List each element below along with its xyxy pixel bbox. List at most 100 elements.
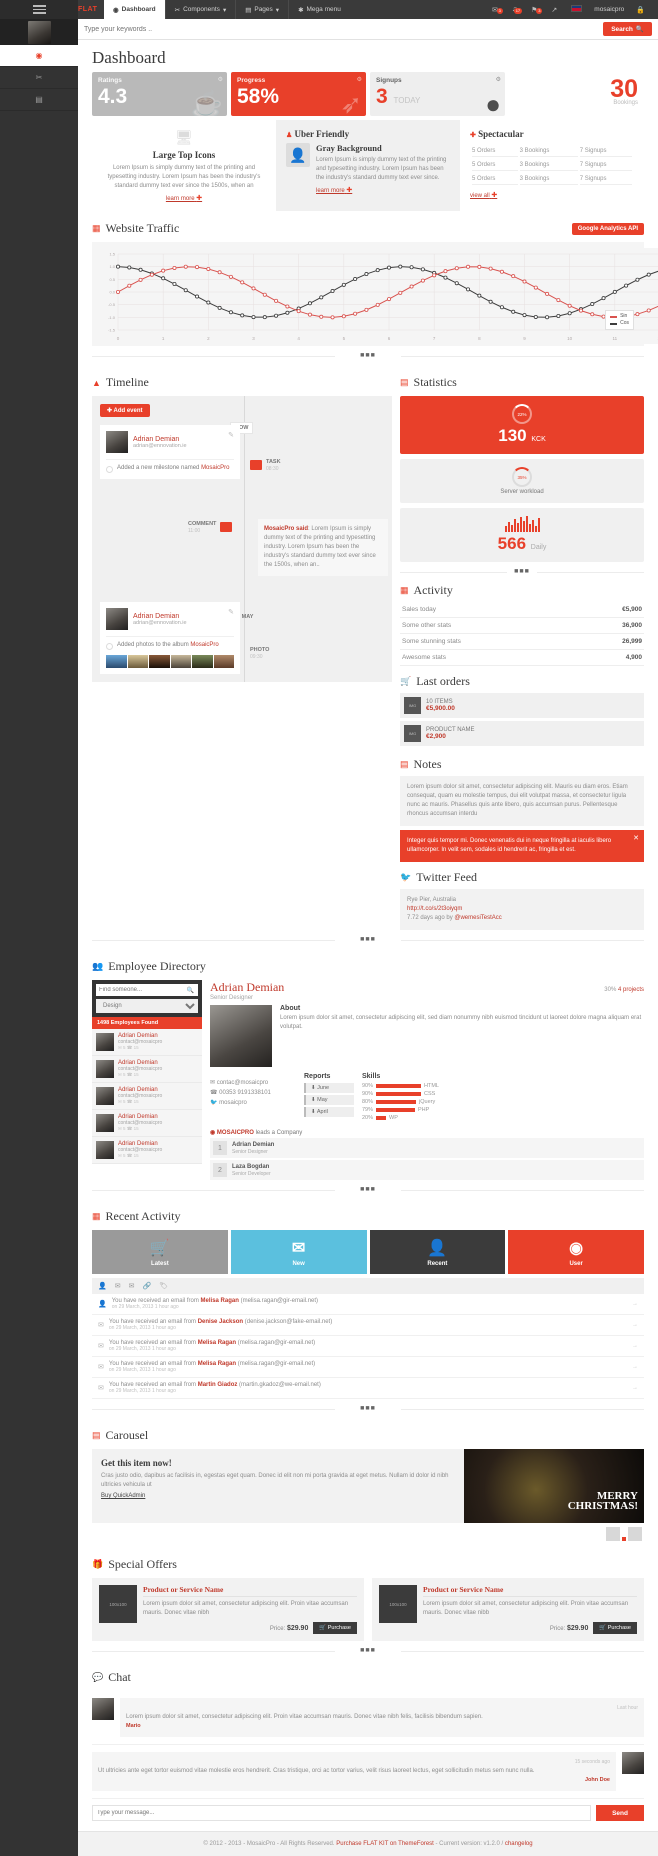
- carousel-dot[interactable]: [622, 1537, 626, 1541]
- product-name[interactable]: Product or Service Name: [423, 1585, 637, 1597]
- brand-logo[interactable]: FLAT: [78, 6, 104, 13]
- add-event-button[interactable]: ✚ Add event: [100, 404, 150, 417]
- sidebar-item-dashboard[interactable]: ◉: [0, 45, 78, 67]
- menu-toggle-icon[interactable]: [0, 0, 78, 19]
- contact-twitter[interactable]: mosaicpro: [219, 1100, 247, 1106]
- widget-progress[interactable]: Progress 58% ⚙ ➶: [231, 72, 366, 116]
- nav-item-pages[interactable]: ▤ Pages ▾: [236, 0, 288, 19]
- avatar[interactable]: [0, 19, 78, 45]
- list-item[interactable]: Adrian Demian contact@mosaicpro ✉ 5 ☎ 15: [92, 1083, 202, 1110]
- list-item[interactable]: Adrian Demian contact@mosaicpro ✉ 5 ☎ 15: [92, 1137, 202, 1164]
- tweet-user[interactable]: @wemesiTestAcc: [454, 915, 501, 921]
- search-icon[interactable]: 🔍: [183, 987, 198, 994]
- employee-search-input[interactable]: [96, 984, 183, 996]
- timeline-event-card[interactable]: ✎ Adrian Demian adrian@ennovation.ie Add…: [100, 602, 240, 674]
- tab-new[interactable]: ✉ New: [230, 1230, 367, 1274]
- timeline-comment-card[interactable]: MosaicPro said: Lorem Ipsum is simply du…: [258, 519, 388, 576]
- carousel-dot[interactable]: [628, 1527, 642, 1541]
- footer-changelog-link[interactable]: changelog: [505, 1841, 533, 1847]
- edit-icon[interactable]: ✎: [228, 431, 234, 439]
- google-analytics-button[interactable]: Google Analytics API: [571, 222, 644, 235]
- report-button[interactable]: ⬇ June: [304, 1083, 354, 1093]
- thumbnail[interactable]: [213, 655, 234, 668]
- purchase-button[interactable]: 🛒 Purchase: [593, 1622, 637, 1634]
- timeline-event-card[interactable]: ✎ Adrian Demian adrian@ennovation.ie Add…: [100, 425, 240, 479]
- thumbnail[interactable]: [127, 655, 148, 668]
- list-item[interactable]: 2 Laza Bogdan Senior Developer: [210, 1160, 644, 1180]
- list-item[interactable]: ✉ You have received an email from Denise…: [92, 1315, 644, 1336]
- list-item[interactable]: Adrian Demian contact@mosaicpro ✉ 5 ☎ 15: [92, 1056, 202, 1083]
- purchase-button[interactable]: 🛒 Purchase: [313, 1622, 357, 1634]
- gear-icon[interactable]: ⚙: [357, 76, 362, 83]
- product-name[interactable]: Product or Service Name: [143, 1585, 357, 1597]
- thumbnail[interactable]: [149, 655, 170, 668]
- list-item[interactable]: 1 Adrian Demian Senior Designer: [210, 1138, 644, 1158]
- envelope-icon[interactable]: ✉: [129, 1282, 135, 1290]
- note-red[interactable]: ✕ Integer quis tempor mi. Donec venenati…: [400, 830, 644, 862]
- sidebar-item-pages[interactable]: ▤: [0, 89, 78, 111]
- gear-icon[interactable]: ⚙: [218, 76, 223, 83]
- nav-item-dashboard[interactable]: ◉ Dashboard: [104, 0, 165, 19]
- timeline-marker-photo[interactable]: PHOTO 09:30: [250, 646, 269, 660]
- thumbnail[interactable]: [170, 655, 191, 668]
- comment-icon[interactable]: ⚑ 3: [524, 6, 544, 14]
- chevron-right-icon[interactable]: →: [632, 1385, 638, 1391]
- list-item[interactable]: ✉ You have received an email from Melisa…: [92, 1336, 644, 1357]
- tab-latest[interactable]: 🛒 Latest: [92, 1230, 228, 1274]
- lock-icon[interactable]: 🔒: [629, 6, 652, 14]
- list-item[interactable]: 👤 You have received an email from Melisa…: [92, 1294, 644, 1315]
- nav-item-mega-menu[interactable]: ✱ Mega menu: [289, 0, 350, 19]
- user-icon[interactable]: 👤: [98, 1282, 107, 1290]
- timeline-marker-comment[interactable]: COMMENT 11:00: [188, 520, 233, 534]
- learn-more-link[interactable]: learn more ✚: [316, 186, 352, 194]
- list-item[interactable]: Adrian Demian contact@mosaicpro ✉ 5 ☎ 15: [92, 1029, 202, 1056]
- nav-item-components[interactable]: ✂ Components ▾: [166, 0, 236, 19]
- search-button[interactable]: Search 🔍: [603, 22, 652, 36]
- bell-icon[interactable]: ♫17: [505, 6, 524, 14]
- view-all-link[interactable]: view all ✚: [470, 191, 497, 199]
- stat-card-server-workload[interactable]: 35% Server workload: [400, 459, 644, 503]
- buy-link[interactable]: Buy QuickAdmin: [101, 1493, 145, 1499]
- chat-input[interactable]: [92, 1805, 592, 1821]
- search-input[interactable]: [84, 25, 604, 33]
- mail-icon[interactable]: ✉ 3: [485, 6, 505, 14]
- tag-icon[interactable]: 🏷: [159, 1282, 168, 1290]
- edit-icon[interactable]: ✎: [228, 608, 234, 616]
- en-flag-icon[interactable]: [564, 5, 589, 14]
- widget-bookings[interactable]: 30 Bookings: [509, 72, 644, 116]
- employee-filter-select[interactable]: Design: [96, 999, 198, 1013]
- list-item[interactable]: Adrian Demian contact@mosaicpro ✉ 5 ☎ 15: [92, 1110, 202, 1137]
- list-item[interactable]: IMG PRODUCT NAME €2,900: [400, 721, 644, 746]
- chevron-right-icon[interactable]: →: [632, 1343, 638, 1349]
- stat-card-daily[interactable]: 566 Daily: [400, 508, 644, 562]
- widget-signups[interactable]: Signups 3 TODAY ⚙ ●: [370, 72, 505, 116]
- learn-more-link[interactable]: learn more ✚: [166, 194, 202, 202]
- widget-ratings[interactable]: Ratings 4.3 ⚙ ☕: [92, 72, 227, 116]
- send-button[interactable]: Send: [596, 1805, 644, 1821]
- tweet-card[interactable]: Rye Pier, Australia http://t.co/s/2t3oiy…: [400, 889, 644, 930]
- close-icon[interactable]: ✕: [633, 834, 639, 843]
- tab-user[interactable]: ◉ User: [508, 1230, 644, 1274]
- list-item[interactable]: IMG 10 ITEMS €5,900.00: [400, 693, 644, 718]
- report-button[interactable]: ⬇ April: [304, 1107, 354, 1117]
- list-item[interactable]: ✉ You have received an email from Melisa…: [92, 1357, 644, 1378]
- sidebar-item-components[interactable]: ✂: [0, 67, 78, 89]
- timeline-marker-task[interactable]: TASK 08:30: [250, 458, 281, 472]
- tweet-link[interactable]: http://t.co/s/2t3oiyqm: [407, 906, 462, 912]
- footer-purchase-link[interactable]: Purchase FLAT KIT on ThemeForest: [336, 1841, 434, 1847]
- chevron-right-icon[interactable]: →: [632, 1364, 638, 1370]
- mail-icon[interactable]: ✉: [115, 1282, 121, 1290]
- carousel-dot[interactable]: [606, 1527, 620, 1541]
- chevron-right-icon[interactable]: →: [632, 1301, 638, 1307]
- gear-icon[interactable]: ⚙: [496, 76, 501, 83]
- rocket-icon[interactable]: ↗: [544, 6, 564, 14]
- list-item[interactable]: ✉ You have received an email from Martin…: [92, 1378, 644, 1399]
- tab-recent[interactable]: 👤 Recent: [369, 1230, 506, 1274]
- contact-email[interactable]: contac@mosaicpro: [217, 1080, 268, 1086]
- report-button[interactable]: ⬇ May: [304, 1095, 354, 1105]
- carousel-image[interactable]: MERRY CHRISTMAS!: [464, 1449, 644, 1523]
- thumbnail[interactable]: [106, 655, 127, 668]
- user-name[interactable]: mosaicpro: [589, 6, 629, 13]
- stat-card-kck[interactable]: 22% 130 KCK: [400, 396, 644, 454]
- thumbnail[interactable]: [192, 655, 213, 668]
